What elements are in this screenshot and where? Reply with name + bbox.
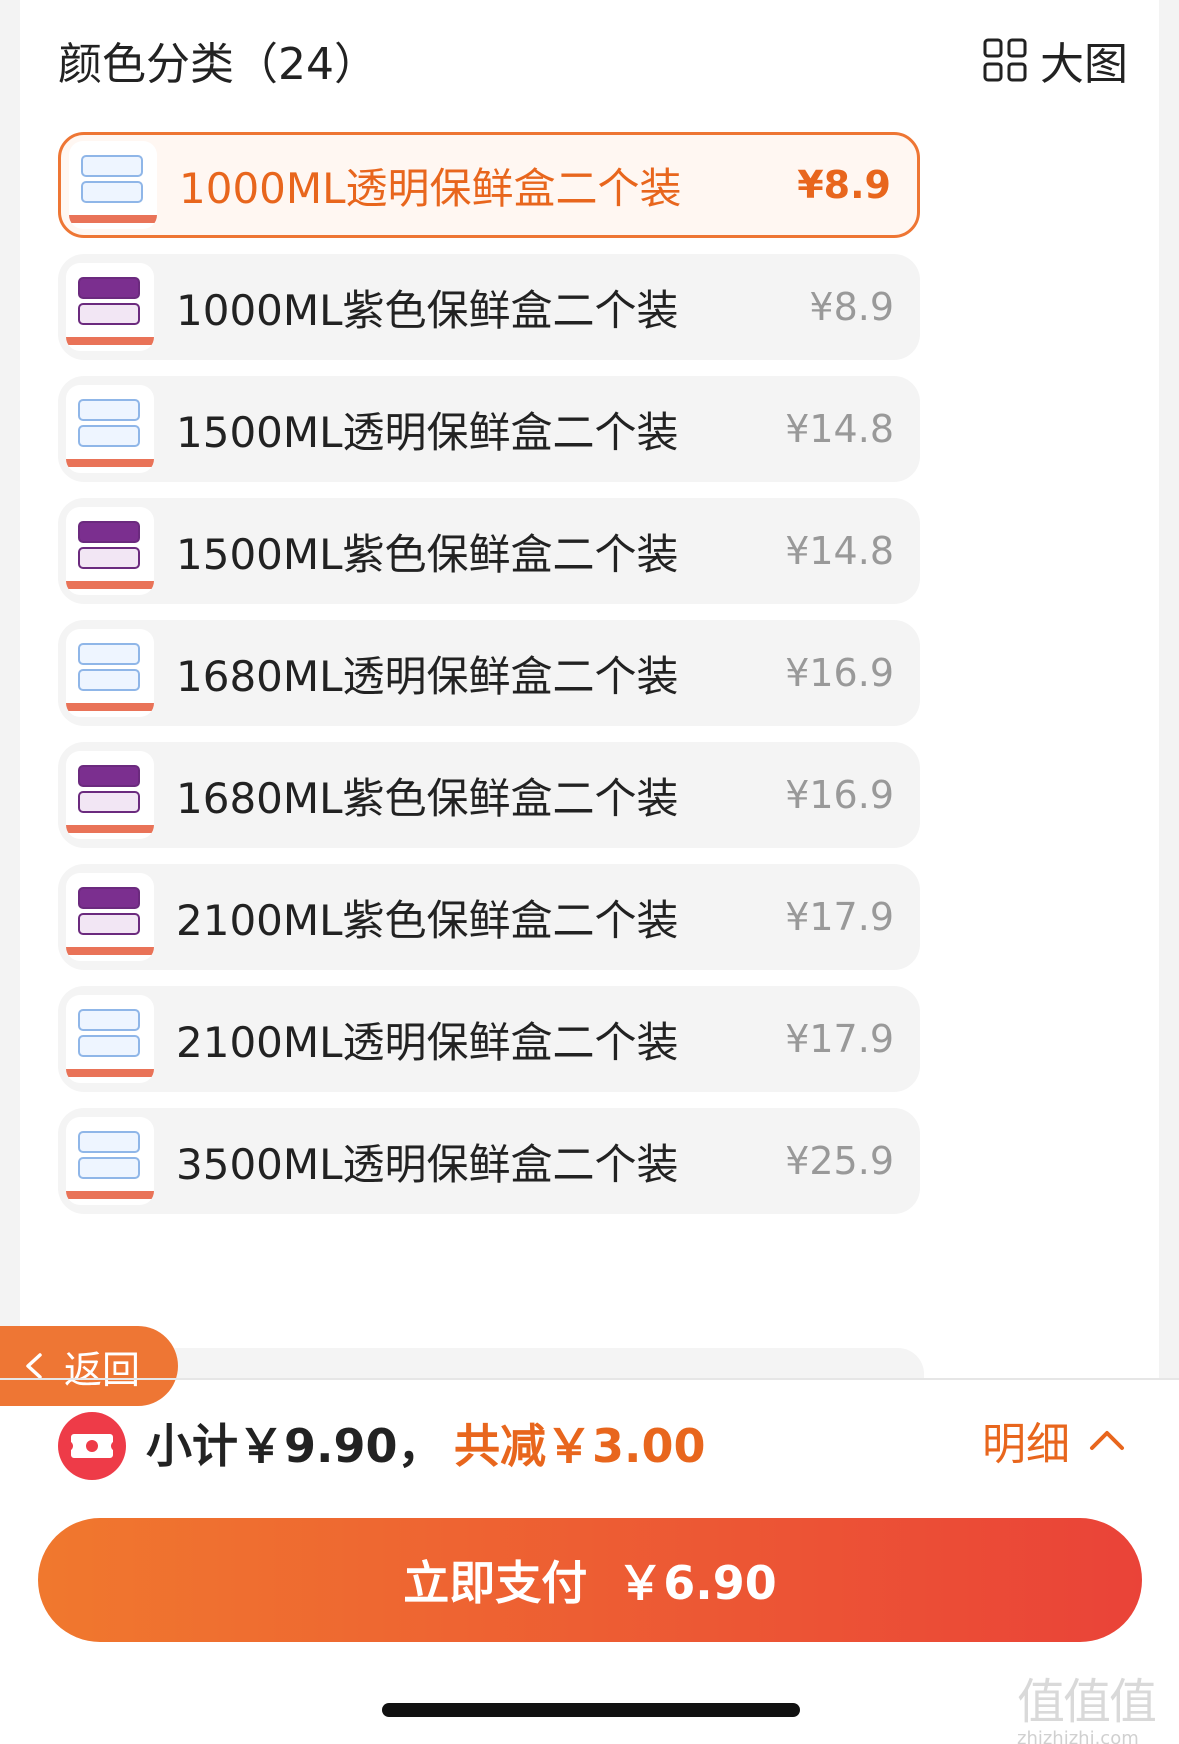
variant-thumbnail xyxy=(69,141,157,229)
variant-thumbnail xyxy=(66,263,154,351)
variant-price: ¥17.9 xyxy=(785,895,894,939)
variant-name: 2100ML紫色保鲜盒二个装 xyxy=(176,895,679,945)
container-box-shape xyxy=(78,521,140,543)
container-box-shape xyxy=(78,1009,140,1031)
container-box-shape xyxy=(78,669,140,691)
big-view-label: 大图 xyxy=(1040,39,1128,90)
back-label: 返回 xyxy=(64,1347,141,1392)
container-box-shape xyxy=(78,547,140,569)
container-box-shape xyxy=(78,1035,140,1057)
variant-price: ¥14.8 xyxy=(785,529,894,573)
detail-label: 明细 xyxy=(982,1419,1070,1470)
variant-item[interactable]: 2100ML紫色保鲜盒二个装 ¥17.9 xyxy=(58,864,920,970)
container-box-shape xyxy=(78,303,140,325)
subtotal-text: 小计￥9.90， xyxy=(146,1419,444,1473)
coupon-icon xyxy=(58,1412,126,1480)
left-edge xyxy=(0,0,20,1380)
watermark-glyphs: 值值值 xyxy=(1017,1674,1157,1730)
variant-price: ¥8.9 xyxy=(797,163,891,207)
thumbnail-tag xyxy=(66,337,154,345)
thumbnail-tag xyxy=(66,1191,154,1199)
divider xyxy=(0,1378,1179,1380)
variant-name: 2100ML透明保鲜盒二个装 xyxy=(176,1017,679,1067)
variant-name: 1680ML紫色保鲜盒二个装 xyxy=(176,773,679,823)
variant-thumbnail xyxy=(66,385,154,473)
variant-name: 1500ML透明保鲜盒二个装 xyxy=(176,407,679,457)
container-box-shape xyxy=(78,1131,140,1153)
container-box-shape xyxy=(78,765,140,787)
variant-name: 1680ML透明保鲜盒二个装 xyxy=(176,651,679,701)
thumbnail-tag xyxy=(66,581,154,589)
chevron-up-icon xyxy=(1090,1431,1124,1450)
thumbnail-tag xyxy=(66,459,154,467)
container-box-shape xyxy=(78,913,140,935)
detail-button[interactable]: 明细 xyxy=(982,1408,1126,1472)
thumbnail-tag xyxy=(66,947,154,955)
variant-price: ¥8.9 xyxy=(809,285,894,329)
container-box-shape xyxy=(78,791,140,813)
variant-item[interactable]: 2100ML透明保鲜盒二个装 ¥17.9 xyxy=(58,986,920,1092)
sku-selection-sheet: 颜色分类（24） 大图 1000ML透明保鲜盒二个装 ¥8.9 1000ML紫色保鲜… xyxy=(0,0,1179,1744)
section-title: 颜色分类（24） xyxy=(58,39,378,90)
pay-amount: ￥6.90 xyxy=(617,1556,777,1610)
variant-item[interactable]: 1680ML紫色保鲜盒二个装 ¥16.9 xyxy=(58,742,920,848)
variant-price: ¥16.9 xyxy=(785,651,894,695)
grid-icon xyxy=(983,38,1027,82)
variant-thumbnail xyxy=(66,1117,154,1205)
variant-item[interactable]: 3500ML透明保鲜盒二个装 ¥25.9 xyxy=(58,1108,920,1214)
pay-now-button[interactable]: 立即支付 ￥6.90 xyxy=(38,1518,1142,1642)
right-edge xyxy=(1159,0,1179,1380)
variant-thumbnail xyxy=(66,873,154,961)
variant-price: ¥14.8 xyxy=(785,407,894,451)
variant-item[interactable]: 1500ML透明保鲜盒二个装 ¥14.8 xyxy=(58,376,920,482)
discount-text: 共减￥3.00 xyxy=(454,1419,706,1473)
watermark: 值值值 zhizhizhi.com xyxy=(1017,1662,1167,1744)
thumbnail-tag xyxy=(69,215,157,223)
container-box-shape xyxy=(78,399,140,421)
container-box-shape xyxy=(81,181,143,203)
thumbnail-tag xyxy=(66,825,154,833)
variant-item[interactable]: 1500ML紫色保鲜盒二个装 ¥14.8 xyxy=(58,498,920,604)
home-indicator xyxy=(382,1703,800,1717)
container-box-shape xyxy=(78,887,140,909)
container-box-shape xyxy=(78,643,140,665)
variant-name: 1500ML紫色保鲜盒二个装 xyxy=(176,529,679,579)
thumbnail-tag xyxy=(66,1069,154,1077)
chevron-left-icon xyxy=(26,1353,42,1379)
variant-thumbnail xyxy=(66,751,154,839)
variant-item[interactable]: 1680ML透明保鲜盒二个装 ¥16.9 xyxy=(58,620,920,726)
big-view-button[interactable]: 大图 xyxy=(982,28,1128,92)
price-summary: 小计￥9.90， 共减￥3.00 明细 xyxy=(56,1404,1126,1484)
header: 颜色分类（24） 大图 xyxy=(58,22,1128,92)
variant-price: ¥17.9 xyxy=(785,1017,894,1061)
variant-item-peek xyxy=(58,1348,924,1378)
variant-thumbnail xyxy=(66,995,154,1083)
variant-thumbnail xyxy=(66,507,154,595)
variant-thumbnail xyxy=(66,629,154,717)
container-box-shape xyxy=(78,1157,140,1179)
variant-name: 1000ML透明保鲜盒二个装 xyxy=(179,163,682,213)
container-box-shape xyxy=(81,155,143,177)
pay-now-label: 立即支付 xyxy=(403,1556,588,1610)
variant-item[interactable]: 1000ML透明保鲜盒二个装 ¥8.9 xyxy=(58,132,920,238)
container-box-shape xyxy=(78,425,140,447)
back-button[interactable]: 返回 xyxy=(0,1326,178,1406)
variant-price: ¥16.9 xyxy=(785,773,894,817)
variant-name: 3500ML透明保鲜盒二个装 xyxy=(176,1139,679,1189)
variant-name: 1000ML紫色保鲜盒二个装 xyxy=(176,285,679,335)
variant-item[interactable]: 1000ML紫色保鲜盒二个装 ¥8.9 xyxy=(58,254,920,360)
thumbnail-tag xyxy=(66,703,154,711)
container-box-shape xyxy=(78,277,140,299)
variant-price: ¥25.9 xyxy=(785,1139,894,1183)
